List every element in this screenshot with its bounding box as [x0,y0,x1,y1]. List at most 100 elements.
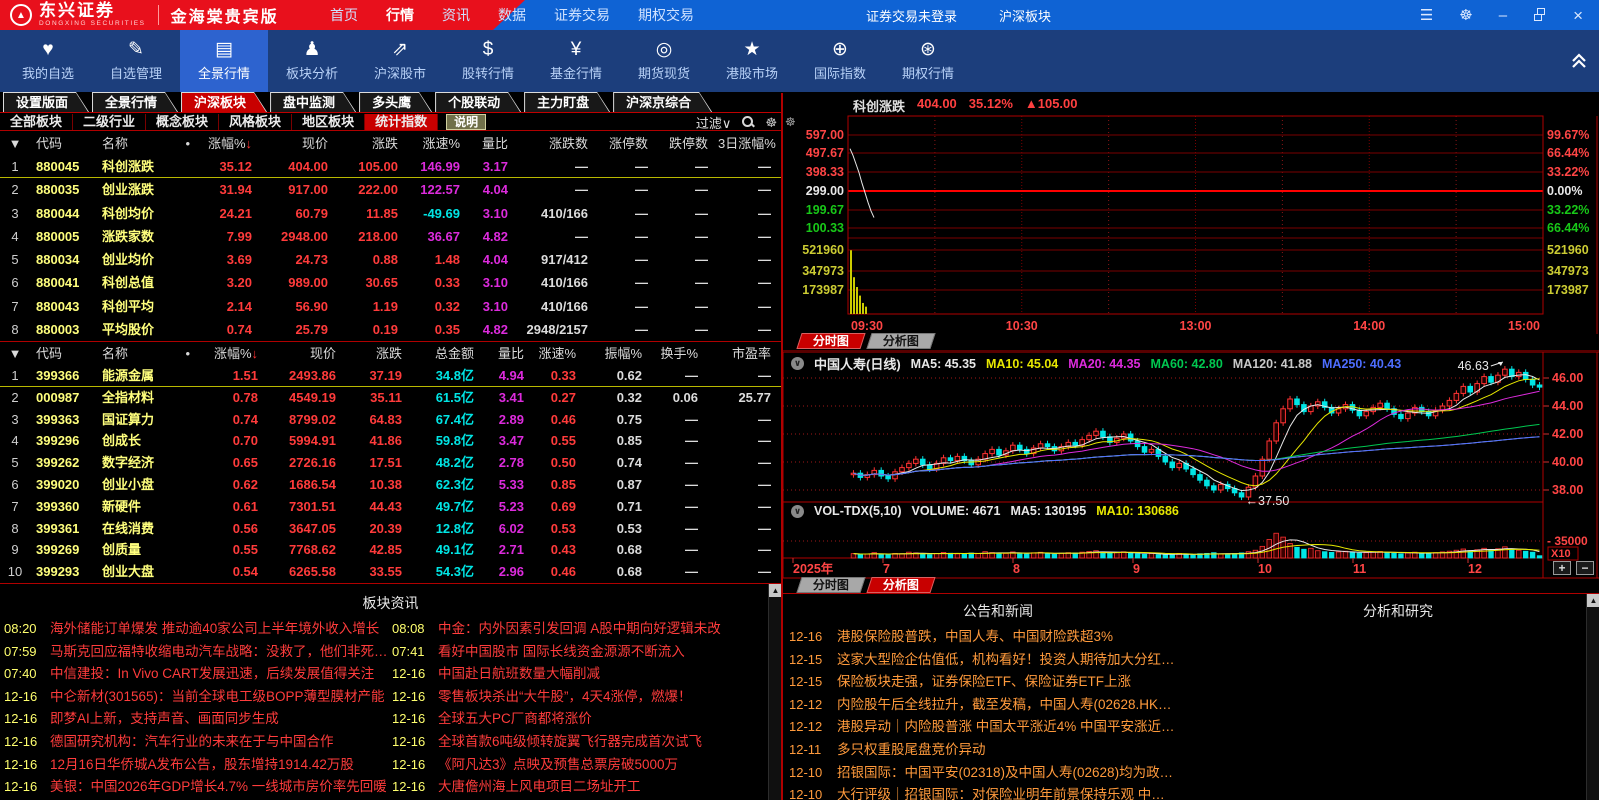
toolbar-item-板块分析[interactable]: ♟板块分析 [268,30,356,92]
minimize-icon[interactable]: – [1499,8,1507,23]
toolbar-item-全景行情[interactable]: ▤全景行情 [180,30,268,92]
indicator-dropdown-icon[interactable]: ∨ [791,505,804,518]
column-header-涨幅%[interactable]: 涨幅%↓ [196,132,262,155]
menu-item-首页[interactable]: 首页 [330,5,358,25]
zoom-out-button[interactable]: − [1576,561,1594,575]
settings-gear-icon[interactable]: ☸ [1459,8,1472,23]
news-item[interactable]: 12-12内险股午后全线拉升，截至发稿，中国人寿(02628.HK… [789,694,1579,717]
tab-沪深板块[interactable]: 沪深板块 [181,92,267,112]
tab-主力盯盘[interactable]: 主力盯盘 [524,92,610,112]
news-item[interactable]: 12-11多只权重股尾盘竞价异动 [789,739,1579,762]
news-item[interactable]: 12-16全球五大PC厂商都将涨价 [392,708,766,731]
filter-tab-全部板块[interactable]: 全部板块 [0,114,73,130]
column-header-涨跌数[interactable]: 涨跌数 [518,132,598,155]
toolbar-item-期权行情[interactable]: ⊛期权行情 [884,30,972,92]
table-row[interactable]: 1399366能源金属1.512493.8637.1934.8亿4.940.33… [0,365,781,387]
menu-item-资讯[interactable]: 资讯 [442,5,470,25]
table-row[interactable]: 10399293创业大盘0.546265.5833.5554.3亿2.960.4… [0,561,781,583]
news-item[interactable]: 12-12港股异动｜内险股普涨 中国太平涨近4% 中国平安涨近… [789,716,1579,739]
table-row[interactable]: 5880034创业均价3.6924.730.881.484.04917/412—… [0,248,781,271]
column-header-量比[interactable]: 量比 [484,342,534,365]
toolbar-item-基金行情[interactable]: ¥基金行情 [532,30,620,92]
chart-tab-分析图[interactable]: 分析图 [866,577,935,593]
table-row[interactable]: 1880045科创涨跌35.12404.00105.00146.993.17——… [0,155,781,178]
toolbar-item-港股市场[interactable]: ★港股市场 [708,30,796,92]
filter-tab-概念板块[interactable]: 概念板块 [146,114,219,130]
toolbar-item-国际指数[interactable]: ⊕国际指数 [796,30,884,92]
table-row[interactable]: 2000987全指材料0.784549.1935.1161.5亿3.410.27… [0,387,781,409]
table-row[interactable]: 3880044科创均价24.2160.7911.85-49.693.10410/… [0,202,781,225]
news-item[interactable]: 12-15这家大型险企估值低，机构看好！投资人期待加大分红… [789,649,1579,672]
collapse-toolbar-icon[interactable] [1571,52,1587,69]
tab-盘中监测[interactable]: 盘中监测 [270,92,356,112]
toolbar-item-股转行情[interactable]: $股转行情 [444,30,532,92]
table-row[interactable]: 7399360新硬件0.617301.5144.4349.7亿5.230.690… [0,496,781,518]
scrollbar[interactable]: ▲ [1586,594,1599,800]
status-沪深板块[interactable]: 沪深板块 [999,6,1051,25]
toolbar-item-期货现货[interactable]: ◎期货现货 [620,30,708,92]
search-icon[interactable] [741,115,755,129]
column-header-总金额[interactable]: 总金额 [412,342,484,365]
news-item[interactable]: 12-16美银：中国2026年GDP增长4.7% 一线城市房价率先回暖 [4,776,386,799]
menu-item-行情[interactable]: 行情 [386,5,414,25]
news-item[interactable]: 07:59马斯克回应福特收缩电动汽车战略：没救了，他们非死… [4,641,386,664]
column-header-量比[interactable]: 量比 [470,132,518,155]
news-item[interactable]: 12-10大行评级｜招银国际：对保险业明年前景保持乐观 中… [789,784,1579,800]
layout-list-icon[interactable]: ☰ [1420,8,1433,23]
filter-tab-风格板块[interactable]: 风格板块 [219,114,292,130]
column-header-涨停数[interactable]: 涨停数 [598,132,658,155]
status-证券交易未登录[interactable]: 证券交易未登录 [866,6,957,25]
news-item[interactable]: 12-16港股保险股普跌，中国人寿、中国财险跌超3% [789,626,1579,649]
column-header-换手%[interactable]: 换手% [652,342,708,365]
column-header-3日涨幅%[interactable]: 3日涨幅% [718,132,781,155]
scrollbar[interactable]: ▲ [768,584,781,800]
filter-tab-二级行业[interactable]: 二级行业 [73,114,146,130]
column-header-涨跌[interactable]: 涨跌 [346,342,412,365]
column-header-现价[interactable]: 现价 [262,132,338,155]
gear-icon[interactable]: ☸ [765,116,777,129]
filter-tab-地区板块[interactable]: 地区板块 [292,114,365,130]
table-row[interactable]: 7880043科创平均2.1456.901.190.323.10410/166—… [0,295,781,318]
column-header-代码[interactable]: 代码 [30,342,96,365]
news-item[interactable]: 12-16中仑新材(301565)：当前全球电工级BOPP薄型膜材产能… [4,686,386,709]
table-row[interactable]: 6399020创业小盘0.621686.5410.3862.3亿5.330.85… [0,474,781,496]
tab-沪深京综合[interactable]: 沪深京综合 [613,92,712,112]
tab-announcements[interactable]: 公告和新闻 [783,601,1213,621]
news-item[interactable]: 07:40中信建投：In Vivo CART发展迅速，后续发展值得关注 [4,663,386,686]
column-header-涨幅%[interactable]: 涨幅%↓ [196,342,268,365]
column-header-涨跌[interactable]: 涨跌 [338,132,408,155]
menu-item-期权交易[interactable]: 期权交易 [638,5,694,25]
tab-research[interactable]: 分析和研究 [1213,601,1583,621]
kline-chart[interactable]: 46.0044.0042.0040.0038.00- 35000X102025年… [783,352,1599,593]
table-row[interactable]: 8880003平均股价0.7425.790.190.354.822948/215… [0,318,781,341]
table-row[interactable]: 3399363国证算力0.748799.0264.8367.4亿2.890.46… [0,409,781,431]
table-row[interactable]: 4399296创成长0.705994.9141.8659.8亿3.470.550… [0,430,781,452]
column-header-振幅%[interactable]: 振幅% [586,342,652,365]
news-item[interactable]: 12-16零售板块杀出“大牛股”，4天4涨停，燃爆！ [392,686,766,709]
filter-tab-统计指数[interactable]: 统计指数 [365,114,438,130]
news-item[interactable]: 12-16德国研究机构：汽车行业的未来在于与中国合作 [4,731,386,754]
menu-item-数据[interactable]: 数据 [498,5,526,25]
zoom-in-button[interactable]: + [1553,561,1571,575]
filter-arrow-icon[interactable]: ▼ [0,132,30,155]
table-row[interactable]: 5399262数字经济0.652726.1617.5148.2亿2.780.50… [0,452,781,474]
news-item[interactable]: 12-1612月16日华侨城A发布公告，股东增持1914.42万股 [4,754,386,777]
column-header-涨速%[interactable]: 涨速% [534,342,586,365]
news-item[interactable]: 07:41看好中国股市 国际长线资金源源不断流入 [392,641,766,664]
chart-tab-分时图[interactable]: 分时图 [796,577,865,593]
table-row[interactable]: 8399361在线消费0.563647.0520.3912.8亿6.020.53… [0,518,781,540]
column-header-涨速%[interactable]: 涨速% [408,132,470,155]
column-header-跌停数[interactable]: 跌停数 [658,132,718,155]
scroll-up-icon[interactable]: ▲ [1587,594,1599,607]
tab-设置版面[interactable]: 设置版面 [3,92,89,112]
chart-tab-分析图[interactable]: 分析图 [866,333,935,349]
filter-arrow-icon[interactable]: ▼ [0,342,30,365]
table-row[interactable]: 6880041科创总值3.20989.0030.650.333.10410/16… [0,271,781,294]
news-item[interactable]: 12-15保险板块走强，证券保险ETF、保险证券ETF上涨 [789,671,1579,694]
close-icon[interactable]: × [1573,7,1583,24]
intraday-chart[interactable]: 597.00497.67398.33299.00199.67100.335219… [783,93,1599,352]
indicator-dropdown-icon[interactable]: ∨ [791,357,804,370]
news-item[interactable]: 12-16全球首款6吨级倾转旋翼飞行器完成首次试飞 [392,731,766,754]
toolbar-item-自选管理[interactable]: ✎自选管理 [92,30,180,92]
news-item[interactable]: 12-16即梦AI上新，支持声音、画面同步生成 [4,708,386,731]
